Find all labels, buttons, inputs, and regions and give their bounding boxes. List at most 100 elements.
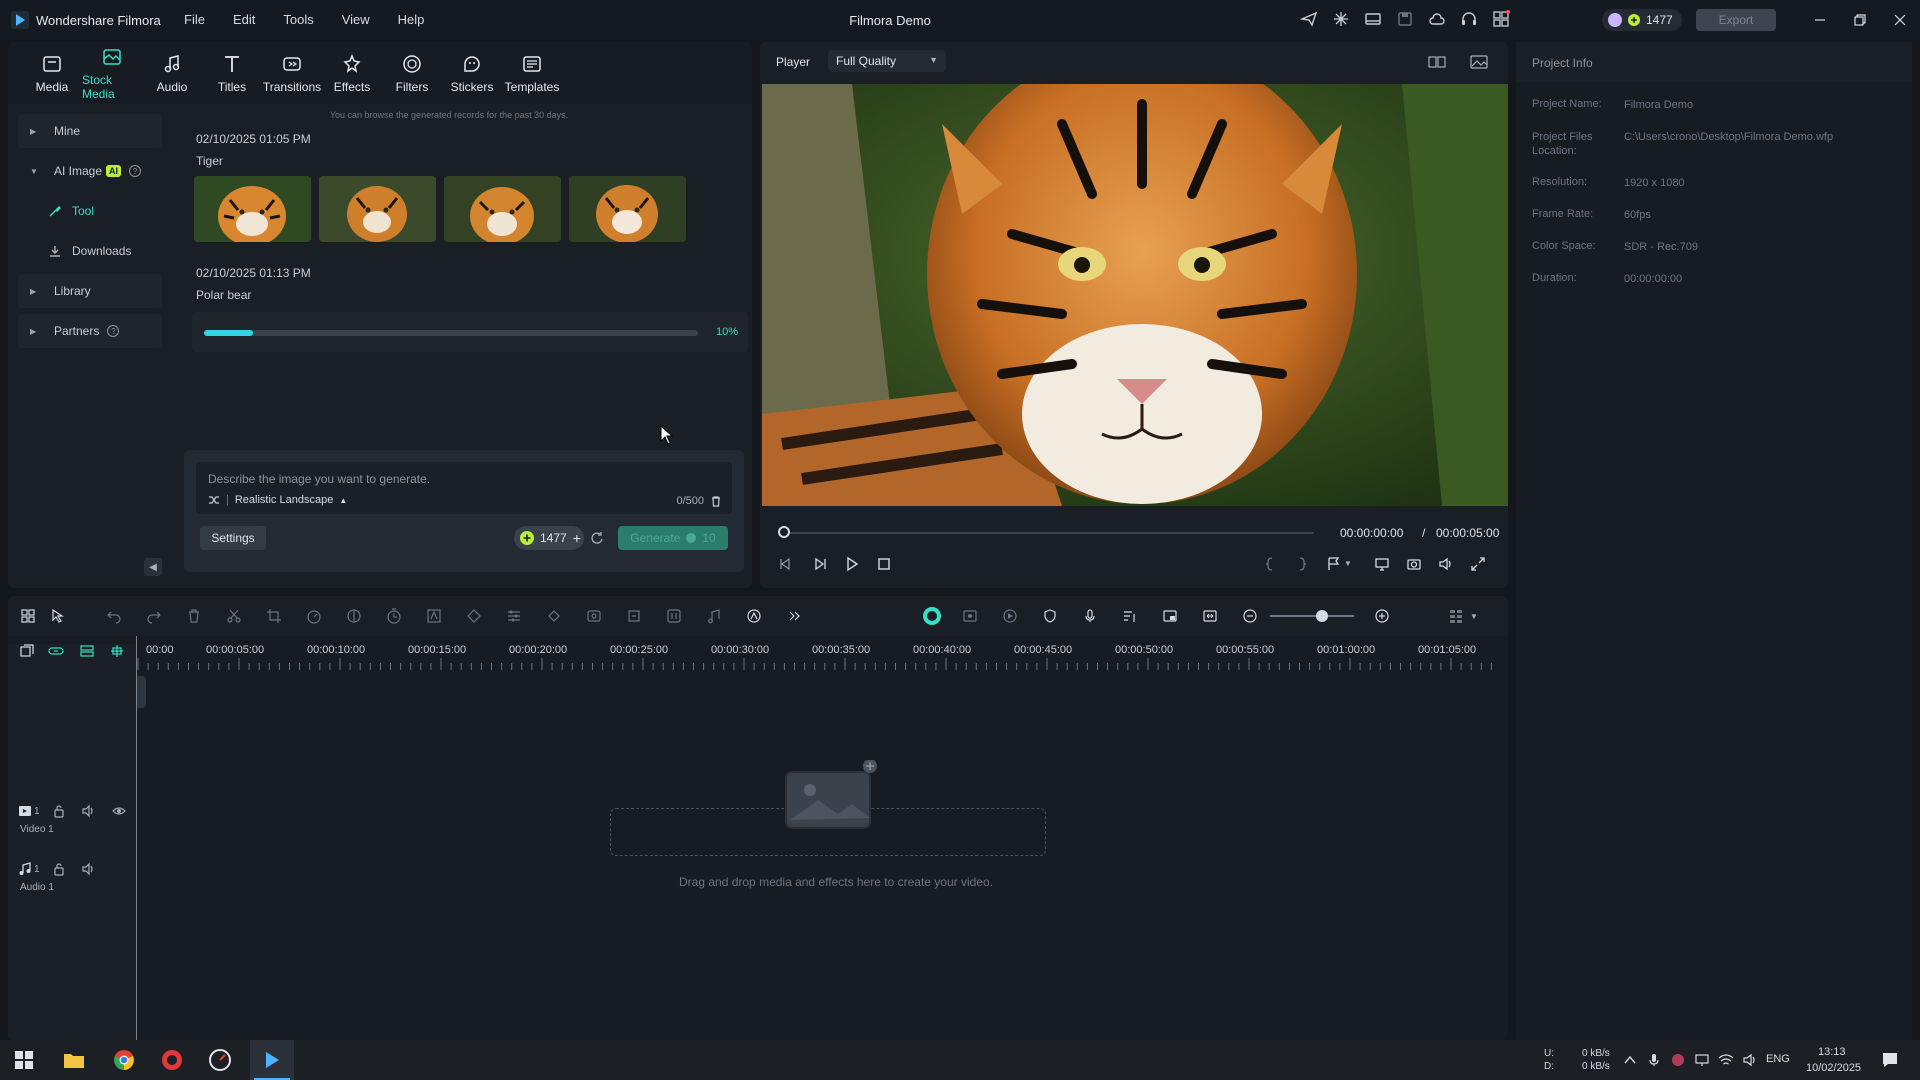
eye-icon[interactable] (112, 804, 126, 818)
tab-filters[interactable]: Filters (382, 42, 442, 104)
add-track-icon[interactable] (20, 644, 34, 658)
tab-media[interactable]: Media (22, 42, 82, 104)
track-resize-handle[interactable] (136, 676, 146, 708)
tab-transitions[interactable]: Transitions (262, 42, 322, 104)
more-tools-icon[interactable] (786, 608, 802, 624)
save-icon[interactable] (1396, 10, 1414, 28)
grid-view-icon[interactable] (1428, 54, 1446, 70)
restore-icon[interactable] (1850, 10, 1870, 30)
zoom-slider[interactable] (1270, 615, 1354, 617)
mark-in-icon[interactable] (1262, 556, 1278, 572)
sparkle-icon[interactable] (1332, 10, 1350, 28)
chevron-down-icon[interactable]: ▼ (1470, 612, 1486, 628)
send-icon[interactable] (1300, 10, 1318, 28)
sidebar-item-downloads[interactable]: Downloads (18, 234, 162, 268)
speedometer-icon[interactable] (208, 1048, 232, 1072)
zoom-out-icon[interactable] (1242, 608, 1258, 624)
sidebar-item-tool[interactable]: Tool (18, 194, 162, 228)
tiger-thumbnail[interactable] (444, 176, 561, 242)
shield-icon[interactable] (1042, 608, 1058, 624)
credits-pill[interactable]: 1477 (1602, 9, 1682, 31)
close-icon[interactable] (1890, 10, 1910, 30)
select-tool-icon[interactable] (50, 608, 66, 624)
mask-icon[interactable] (466, 608, 482, 624)
help-icon[interactable]: ? (107, 325, 120, 337)
tiger-thumbnail[interactable] (319, 176, 436, 242)
stop-icon[interactable] (876, 556, 892, 572)
export-button[interactable]: Export (1696, 9, 1776, 31)
snap-icon[interactable] (110, 644, 124, 658)
video-preview[interactable] (762, 84, 1508, 506)
refresh-icon[interactable] (590, 531, 604, 545)
render-icon[interactable] (1002, 608, 1018, 624)
help-icon[interactable]: ? (129, 165, 142, 177)
scrubber-handle[interactable] (778, 526, 790, 538)
language[interactable]: ENG (1766, 1053, 1790, 1065)
layout-icon[interactable] (1364, 10, 1382, 28)
generate-button[interactable]: Generate 10 (618, 526, 728, 550)
crop-icon[interactable] (266, 608, 282, 624)
snapshot-icon[interactable] (1406, 556, 1422, 572)
ai-icon[interactable] (426, 608, 442, 624)
delete-icon[interactable] (186, 608, 202, 624)
volume-icon[interactable] (1438, 556, 1454, 572)
minimize-icon[interactable] (1810, 10, 1830, 30)
playhead[interactable] (136, 636, 137, 1040)
ai-tools-icon[interactable] (746, 608, 762, 624)
record-app-icon[interactable] (160, 1048, 184, 1072)
sidebar-item-mine[interactable]: ▶ Mine (18, 114, 162, 148)
quality-select[interactable]: Full Quality ▼ (828, 50, 946, 72)
freeze-icon[interactable] (666, 608, 682, 624)
wifi-icon[interactable] (1718, 1052, 1734, 1068)
redo-icon[interactable] (146, 608, 162, 624)
display-icon[interactable] (1374, 556, 1390, 572)
chevron-down-icon[interactable]: ▼ (1344, 559, 1360, 575)
microphone-icon[interactable] (1082, 608, 1098, 624)
cloud-icon[interactable] (1428, 10, 1446, 28)
ai-copilot-icon[interactable] (922, 606, 941, 625)
tab-audio[interactable]: Audio (142, 42, 202, 104)
tiger-thumbnail[interactable] (194, 176, 311, 242)
duration-icon[interactable] (386, 608, 402, 624)
speed-icon[interactable] (306, 608, 322, 624)
stabilize-icon[interactable] (586, 608, 602, 624)
trash-icon[interactable] (710, 495, 722, 507)
sidebar-item-ai-image[interactable]: ▼ AI Image AI ? (18, 154, 162, 188)
undo-icon[interactable] (106, 608, 122, 624)
voiceover-icon[interactable] (1122, 608, 1138, 624)
collapse-sidebar-button[interactable]: ◀ (144, 558, 162, 576)
sidebar-item-partners[interactable]: ▶ Partners ? (18, 314, 162, 348)
timeline-ruler[interactable]: 00:00 00:00:05:00 00:00:10:00 00:00:15:0… (136, 644, 1508, 672)
link-icon[interactable] (48, 644, 64, 658)
track-manager-icon[interactable] (80, 644, 94, 658)
color-icon[interactable] (346, 608, 362, 624)
zoom-slider-handle[interactable] (1316, 610, 1328, 622)
tab-templates[interactable]: Templates (502, 42, 562, 104)
pip-icon[interactable] (1162, 608, 1178, 624)
record-tray-icon[interactable] (1670, 1052, 1686, 1068)
playback-scrubber[interactable] (784, 532, 1314, 534)
split-icon[interactable] (226, 608, 242, 624)
settings-button[interactable]: Settings (200, 526, 266, 550)
microphone-icon[interactable] (1646, 1052, 1662, 1068)
notification-icon[interactable] (1880, 1050, 1900, 1070)
prompt-input[interactable]: Describe the image you want to generate.… (196, 462, 732, 514)
tab-titles[interactable]: Titles (202, 42, 262, 104)
add-media-icon[interactable] (782, 760, 878, 832)
apps-grid-icon[interactable] (1492, 10, 1510, 28)
style-selector[interactable]: | Realistic Landscape ▲ (208, 494, 347, 506)
lock-icon[interactable] (52, 862, 66, 876)
fullscreen-icon[interactable] (1470, 556, 1486, 572)
file-explorer-icon[interactable] (62, 1048, 86, 1072)
headset-icon[interactable] (1460, 10, 1478, 28)
plus-icon[interactable]: + (573, 530, 581, 546)
tab-effects[interactable]: Effects (322, 42, 382, 104)
play-step-icon[interactable] (812, 556, 828, 572)
fit-icon[interactable] (1202, 608, 1218, 624)
volume-icon[interactable] (82, 862, 96, 876)
adjust-icon[interactable] (506, 608, 522, 624)
scene-detect-icon[interactable] (962, 608, 978, 624)
volume-icon[interactable] (82, 804, 96, 818)
tab-stock-media[interactable]: Stock Media (82, 42, 142, 104)
tiger-thumbnail[interactable] (569, 176, 686, 242)
